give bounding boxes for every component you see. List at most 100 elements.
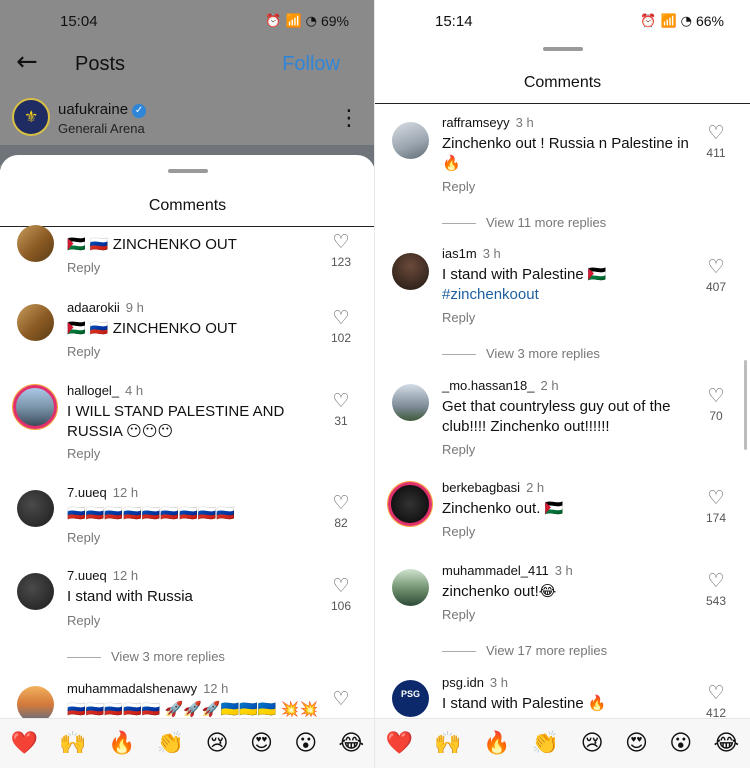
fire-emoji-button[interactable]: 🔥	[108, 731, 135, 756]
reply-button[interactable]: Reply	[67, 344, 100, 359]
like-control[interactable]: ♡	[329, 689, 353, 710]
clap-emoji-button[interactable]: 👏	[157, 731, 184, 756]
comment-text: Zinchenko out ! Russia n Palestine in 🔥	[442, 135, 689, 172]
comment-text: I stand with Palestine 🔥	[442, 695, 607, 712]
reply-button[interactable]: Reply	[67, 446, 100, 461]
laughing-emoji-button[interactable]: 😂	[714, 731, 740, 756]
crying-emoji-button[interactable]: 😢	[581, 731, 604, 756]
comment-text: 🇵🇸 🇷🇺 ZINCHENKO OUT	[67, 320, 237, 337]
heart-outline-icon[interactable]: ♡	[332, 390, 349, 412]
comment-username[interactable]: psg.idn 3 h	[442, 675, 508, 690]
avatar[interactable]	[392, 122, 429, 159]
comment-username[interactable]: _mo.hassan18_ 2 h	[442, 378, 559, 393]
comment-username[interactable]: hallogel_ 4 h	[67, 383, 143, 398]
view-more-replies[interactable]: View 11 more replies	[442, 215, 606, 230]
heart-eyes-emoji-button[interactable]: 😍	[250, 731, 273, 756]
raised-hands-emoji-button[interactable]: 🙌	[434, 731, 461, 756]
like-control[interactable]: ♡ 106	[329, 576, 353, 613]
heart-outline-icon[interactable]: ♡	[332, 307, 349, 329]
like-control[interactable]: ♡ 102	[329, 308, 353, 345]
comment-username[interactable]: rafframseyy 3 h	[442, 115, 534, 130]
view-more-replies[interactable]: View 17 more replies	[442, 643, 607, 658]
reply-button[interactable]: Reply	[67, 260, 100, 275]
comment-username[interactable]: adaarokii 9 h	[67, 300, 144, 315]
emoji-reaction-bar: ❤️ 🙌 🔥 👏 😢 😍 😮 😂	[375, 718, 750, 768]
comment-username[interactable]: muhammadalshenawy 12 h	[67, 681, 228, 696]
avatar[interactable]	[392, 384, 429, 421]
surprised-emoji-button[interactable]: 😮	[669, 731, 692, 756]
right-screen: 15:14 ⏰ 📶 ◔ 66% Comments rafframseyy 3 h …	[375, 0, 750, 768]
avatar[interactable]	[392, 569, 429, 606]
view-more-replies[interactable]: View 3 more replies	[442, 346, 600, 361]
comment-text: I stand with Russia	[67, 588, 193, 605]
like-control[interactable]: ♡ 70	[704, 386, 728, 423]
scrollbar[interactable]	[744, 360, 747, 450]
arrow-left-icon[interactable]: ←	[16, 47, 38, 77]
heart-outline-icon[interactable]: ♡	[707, 122, 724, 144]
sheet-title: Comments	[523, 74, 602, 91]
heart-emoji-button[interactable]: ❤️	[11, 731, 38, 756]
wifi-icon: 📶	[285, 13, 302, 29]
sheet-drag-handle[interactable]	[542, 47, 583, 51]
heart-outline-icon[interactable]: ♡	[707, 385, 724, 407]
avatar[interactable]	[17, 490, 54, 527]
avatar[interactable]	[17, 304, 54, 341]
follow-button[interactable]: Follow	[282, 53, 340, 76]
account-name[interactable]: uafukraine ✓	[58, 101, 147, 118]
sheet-drag-handle[interactable]	[167, 169, 208, 173]
comment-text: 🇷🇺🇷🇺🇷🇺🇷🇺🇷🇺🇷🇺🇷🇺🇷🇺🇷🇺	[67, 505, 236, 522]
heart-outline-icon[interactable]: ♡	[332, 231, 349, 253]
hashtag-link[interactable]: #zinchenkoout	[442, 286, 539, 303]
like-control[interactable]: ♡ 123	[329, 232, 353, 269]
surprised-emoji-button[interactable]: 😮	[294, 731, 317, 756]
comment-text: 🇵🇸 🇷🇺 ZINCHENKO OUT	[67, 236, 237, 253]
heart-eyes-emoji-button[interactable]: 😍	[625, 731, 648, 756]
like-count: 543	[705, 594, 727, 608]
like-control[interactable]: ♡ 412	[704, 683, 728, 720]
reply-button[interactable]: Reply	[442, 607, 475, 622]
heart-outline-icon[interactable]: ♡	[707, 256, 724, 278]
avatar[interactable]	[17, 225, 54, 262]
like-control[interactable]: ♡ 411	[704, 123, 728, 160]
heart-outline-icon[interactable]: ♡	[332, 688, 349, 710]
fire-emoji-button[interactable]: 🔥	[483, 731, 510, 756]
account-location[interactable]: Generali Arena	[58, 121, 145, 136]
reply-button[interactable]: Reply	[442, 310, 475, 325]
comment-username[interactable]: berkebagbasi 2 h	[442, 480, 544, 495]
sheet-divider	[0, 226, 375, 227]
more-vertical-icon[interactable]: ⋮	[338, 106, 360, 131]
account-avatar[interactable]: ⚜	[12, 98, 50, 136]
view-more-replies[interactable]: View 3 more replies	[67, 649, 225, 664]
heart-outline-icon[interactable]: ♡	[332, 492, 349, 514]
avatar[interactable]	[13, 385, 57, 429]
like-count: 82	[334, 516, 348, 530]
like-control[interactable]: ♡ 82	[329, 493, 353, 530]
heart-emoji-button[interactable]: ❤️	[386, 731, 413, 756]
reply-button[interactable]: Reply	[67, 613, 100, 628]
like-count: 174	[705, 511, 727, 525]
comment-username[interactable]: muhammadel_411 3 h	[442, 563, 573, 578]
reply-button[interactable]: Reply	[442, 442, 475, 457]
raised-hands-emoji-button[interactable]: 🙌	[59, 731, 86, 756]
heart-outline-icon[interactable]: ♡	[707, 682, 724, 704]
reply-button[interactable]: Reply	[442, 179, 475, 194]
heart-outline-icon[interactable]: ♡	[707, 570, 724, 592]
avatar[interactable]	[17, 573, 54, 610]
like-control[interactable]: ♡ 174	[704, 488, 728, 525]
avatar[interactable]	[388, 482, 432, 526]
reply-button[interactable]: Reply	[67, 530, 100, 545]
heart-outline-icon[interactable]: ♡	[707, 487, 724, 509]
reply-button[interactable]: Reply	[442, 524, 475, 539]
avatar[interactable]: PSG	[392, 680, 429, 717]
comment-username[interactable]: 7.uueq 12 h	[67, 568, 138, 583]
heart-outline-icon[interactable]: ♡	[332, 575, 349, 597]
avatar[interactable]	[392, 253, 429, 290]
comment-username[interactable]: 7.uueq 12 h	[67, 485, 138, 500]
like-control[interactable]: ♡ 407	[704, 257, 728, 294]
comment-username[interactable]: ias1m 3 h	[442, 246, 501, 261]
crying-emoji-button[interactable]: 😢	[206, 731, 229, 756]
laughing-emoji-button[interactable]: 😂	[339, 731, 365, 756]
like-control[interactable]: ♡ 31	[329, 391, 353, 428]
clap-emoji-button[interactable]: 👏	[532, 731, 559, 756]
like-control[interactable]: ♡ 543	[704, 571, 728, 608]
